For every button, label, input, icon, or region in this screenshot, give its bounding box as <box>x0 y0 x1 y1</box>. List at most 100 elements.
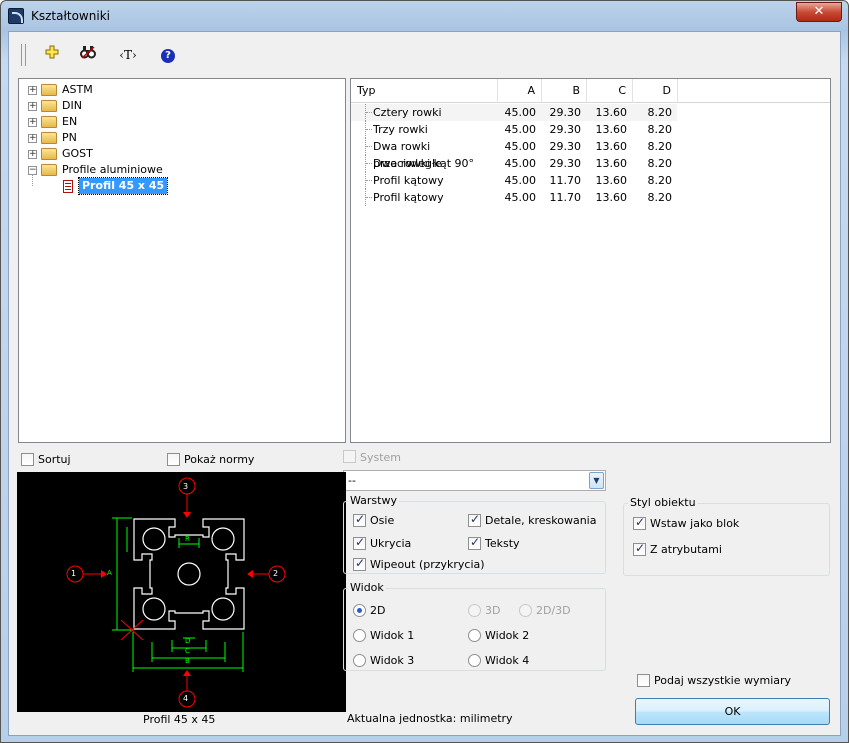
table-cell: 13.60 <box>595 174 628 187</box>
expand-icon[interactable]: + <box>28 134 37 143</box>
table-cell: 13.60 <box>595 191 628 204</box>
tree-item-label: GOST <box>62 147 93 160</box>
radio-2d3d-label: 2D/3D <box>536 604 571 617</box>
warstwy-title: Warstwy <box>348 494 399 507</box>
teksty-checkbox[interactable] <box>468 535 481 550</box>
table-cell: 45.00 <box>504 140 537 153</box>
teksty-label: Teksty <box>485 537 520 550</box>
osie-checkbox[interactable] <box>353 512 366 527</box>
tree-item[interactable]: + PN <box>19 130 339 146</box>
folder-icon <box>41 84 57 96</box>
folder-icon <box>41 148 57 160</box>
radio-2d[interactable] <box>353 604 366 617</box>
tree-child-item[interactable]: Profil 45 x 45 <box>19 177 339 195</box>
table-cell: 29.30 <box>549 140 582 153</box>
table-cell: 29.30 <box>549 106 582 119</box>
combo-value: -- <box>348 474 356 487</box>
table-cell: 8.20 <box>647 123 673 136</box>
dialog-client: ‹T› ? + ASTM + DIN + EN + PN + GOST − Profile alumi… <box>8 31 841 736</box>
wipeout-checkbox[interactable] <box>353 556 366 571</box>
view-marker-1: 1 <box>71 569 77 578</box>
profile-table[interactable]: Typ A B C D Cztery rowki 45.00 29.30 13.60 8… <box>350 78 831 443</box>
detale-label: Detale, kreskowania <box>485 514 597 527</box>
app-icon <box>8 8 24 24</box>
z-atrybutami-checkbox[interactable] <box>633 541 646 556</box>
system-combo[interactable]: -- ▼ <box>343 470 606 491</box>
row-connector <box>365 189 373 206</box>
radio-widok-4[interactable] <box>468 654 481 667</box>
profile-tree[interactable]: + ASTM + DIN + EN + PN + GOST − Profile aluminiowe P… <box>18 78 346 443</box>
table-row[interactable]: Trzy rowki 45.00 29.30 13.60 8.20 <box>351 121 830 138</box>
profile-drawing <box>66 477 286 708</box>
close-button[interactable]: ✕ <box>796 2 842 22</box>
system-checkbox[interactable] <box>343 450 356 463</box>
radio-widok-1-label: Widok 1 <box>370 629 415 642</box>
table-cell: 13.60 <box>595 140 628 153</box>
tree-item-label: ASTM <box>62 83 93 96</box>
tree-item[interactable]: + ASTM <box>19 82 339 98</box>
tree-item[interactable]: − Profile aluminiowe <box>19 162 339 178</box>
pokaz-normy-checkbox[interactable] <box>167 453 180 466</box>
expand-icon[interactable]: + <box>28 102 37 111</box>
table-row[interactable]: Profil kątowy 45.00 11.70 13.60 8.20 <box>351 189 830 206</box>
table-cell: 8.20 <box>647 140 673 153</box>
styl-obiektu-group <box>623 503 830 576</box>
table-cell: 8.20 <box>647 106 673 119</box>
column-header-b[interactable]: B <box>542 79 587 103</box>
view-marker-3: 3 <box>183 482 189 491</box>
table-row[interactable]: Profil kątowy 45.00 11.70 13.60 8.20 <box>351 172 830 189</box>
expand-icon[interactable]: + <box>28 150 37 159</box>
table-row[interactable]: Dwa rowki kąt 90° 45.00 29.30 13.60 8.20 <box>351 155 830 172</box>
radio-widok-1[interactable] <box>353 629 366 642</box>
table-cell: 13.60 <box>595 157 628 170</box>
radio-widok-2[interactable] <box>468 629 481 642</box>
chevron-down-icon[interactable]: ▼ <box>589 472 604 489</box>
table-cell: 45.00 <box>504 191 537 204</box>
detale-checkbox[interactable] <box>468 512 481 527</box>
ukrycia-label: Ukrycia <box>370 537 412 550</box>
column-header-c[interactable]: C <box>587 79 633 103</box>
row-connector <box>365 104 373 121</box>
add-icon[interactable] <box>41 45 63 65</box>
column-header-d[interactable]: D <box>633 79 678 103</box>
tree-item-label: EN <box>62 115 78 128</box>
expand-icon[interactable]: + <box>28 86 37 95</box>
help-icon[interactable]: ? <box>157 45 179 65</box>
title-bar[interactable]: Kształtowniki ✕ <box>1 1 848 31</box>
table-cell: Profil kątowy <box>373 174 444 187</box>
sortuj-checkbox[interactable] <box>21 453 34 466</box>
table-cell: 45.00 <box>504 106 537 119</box>
tree-item-label: Profile aluminiowe <box>62 163 163 176</box>
table-row[interactable]: Cztery rowki 45.00 29.30 13.60 8.20 <box>351 104 830 121</box>
widok-title: Widok <box>348 581 386 594</box>
toolbar-grip[interactable] <box>21 44 26 66</box>
table-cell: 29.30 <box>549 123 582 136</box>
tree-item[interactable]: + DIN <box>19 98 339 114</box>
dim-label-a: A <box>107 569 112 577</box>
tree-item[interactable]: + GOST <box>19 146 339 162</box>
table-cell: 8.20 <box>647 174 673 187</box>
preview-caption: Profil 45 x 45 <box>143 713 216 726</box>
column-header-a[interactable]: A <box>498 79 542 103</box>
text-style-icon[interactable]: ‹T› <box>115 45 141 65</box>
radio-widok-3[interactable] <box>353 654 366 667</box>
radio-2d3d[interactable] <box>519 604 532 617</box>
table-row[interactable]: Dwa rowki przeciwległe 45.00 29.30 13.60 8.2… <box>351 138 830 170</box>
dialog-window: Kształtowniki ✕ ‹T› ? + ASTM + DIN + EN + PN + GO… <box>0 0 849 743</box>
window-title: Kształtowniki <box>31 9 110 23</box>
table-cell: 8.20 <box>647 191 673 204</box>
podaj-wymiary-checkbox[interactable] <box>637 674 650 687</box>
wstaw-jako-blok-checkbox[interactable] <box>633 515 646 530</box>
tree-item[interactable]: + EN <box>19 114 339 130</box>
podaj-wymiary-label: Podaj wszystkie wymiary <box>654 674 792 687</box>
table-cell: 13.60 <box>595 123 628 136</box>
table-cell: 45.00 <box>504 174 537 187</box>
binoculars-icon[interactable] <box>77 45 99 65</box>
column-header-typ[interactable]: Typ <box>351 79 498 103</box>
ukrycia-checkbox[interactable] <box>353 535 366 550</box>
expand-icon[interactable]: + <box>28 118 37 127</box>
radio-3d[interactable] <box>468 604 481 617</box>
dim-label-d: D <box>185 637 191 645</box>
folder-icon <box>41 100 57 112</box>
ok-button[interactable]: OK <box>635 698 830 725</box>
